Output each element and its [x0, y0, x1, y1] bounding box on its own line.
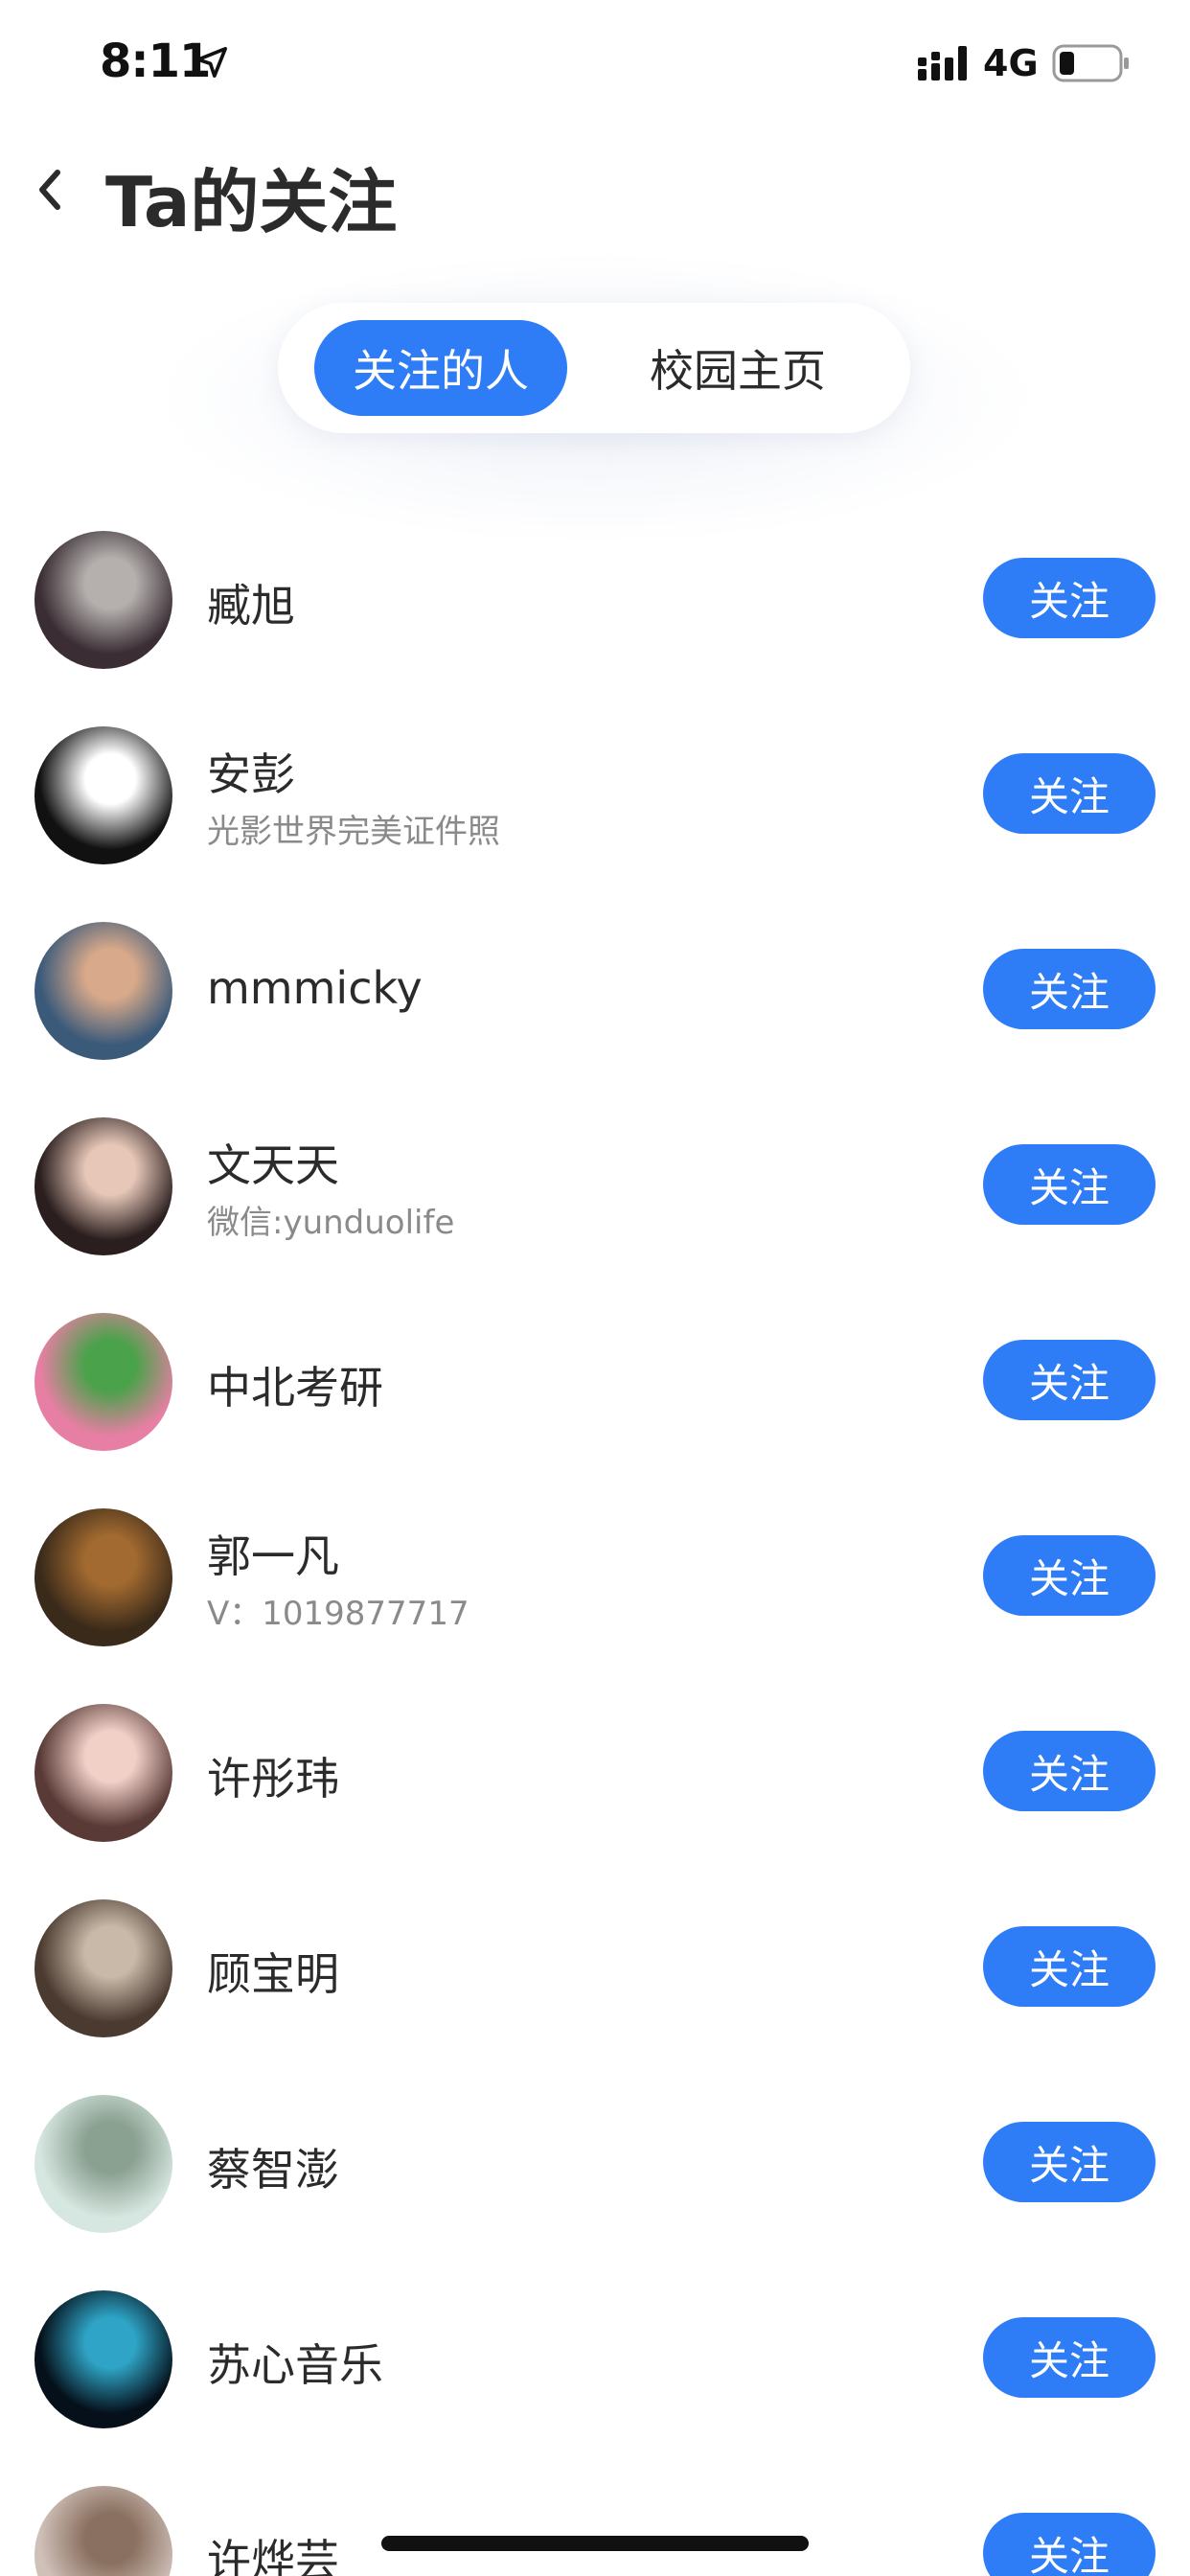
list-item[interactable]: 苏心音乐 关注	[0, 2258, 1190, 2453]
tab-campus-home[interactable]: 校园主页	[594, 320, 881, 416]
home-indicator	[381, 2536, 809, 2551]
follow-button[interactable]: 关注	[983, 753, 1156, 834]
follow-button[interactable]: 关注	[983, 1535, 1156, 1616]
avatar[interactable]	[34, 2095, 172, 2233]
user-name: 郭一凡	[207, 1530, 339, 1582]
follow-button[interactable]: 关注	[983, 1731, 1156, 1811]
follow-button[interactable]: 关注	[983, 1926, 1156, 2007]
avatar[interactable]	[34, 922, 172, 1060]
user-name: 安彭	[207, 748, 295, 800]
avatar[interactable]	[34, 1704, 172, 1842]
user-name: mmmicky	[207, 962, 423, 1014]
tab-following[interactable]: 关注的人	[314, 320, 567, 416]
list-item[interactable]: 郭一凡 V：1019877717 关注	[0, 1476, 1190, 1671]
back-chevron-icon[interactable]	[29, 161, 67, 218]
list-item[interactable]: 臧旭 关注	[0, 498, 1190, 694]
follow-button[interactable]: 关注	[983, 558, 1156, 638]
user-name: 顾宝明	[207, 1948, 339, 2000]
avatar[interactable]	[34, 1117, 172, 1255]
avatar[interactable]	[34, 531, 172, 669]
list-item[interactable]: 文天天微信:yunduolife 关注	[0, 1085, 1190, 1280]
avatar[interactable]	[34, 2290, 172, 2428]
user-bio: 微信:yunduolife	[207, 1204, 455, 1242]
avatar[interactable]	[34, 1508, 172, 1646]
status-bar: 8:11 4G	[0, 0, 1190, 126]
signal-icon	[918, 46, 967, 80]
battery-icon	[1052, 44, 1129, 82]
segmented-tab-bar: 关注的人 校园主页	[278, 303, 910, 433]
user-name: 中北考研	[207, 1362, 383, 1414]
user-bio: 光影世界完美证件照	[207, 813, 500, 851]
follow-button[interactable]: 关注	[983, 2122, 1156, 2202]
user-name: 许烨芸	[207, 2535, 339, 2576]
list-item[interactable]: 许烨芸 关注	[0, 2453, 1190, 2576]
list-item[interactable]: 安彭光影世界完美证件照 关注	[0, 694, 1190, 889]
list-item[interactable]: 许彤玮 关注	[0, 1671, 1190, 1867]
avatar[interactable]	[34, 2486, 172, 2576]
user-name: 苏心音乐	[207, 2339, 383, 2391]
user-name: 臧旭	[207, 580, 295, 632]
user-bio: V：1019877717	[207, 1595, 469, 1633]
avatar[interactable]	[34, 1899, 172, 2037]
location-arrow-icon	[195, 46, 228, 79]
follow-button[interactable]: 关注	[983, 2513, 1156, 2576]
status-time: 8:11	[100, 34, 211, 88]
user-name: 文天天	[207, 1139, 339, 1191]
page-title: Ta的关注	[105, 162, 398, 242]
follow-button[interactable]: 关注	[983, 1340, 1156, 1420]
follow-button[interactable]: 关注	[983, 949, 1156, 1029]
follow-button[interactable]: 关注	[983, 2317, 1156, 2398]
avatar[interactable]	[34, 1313, 172, 1451]
network-label: 4G	[983, 42, 1039, 84]
avatar[interactable]	[34, 726, 172, 864]
user-name: 许彤玮	[207, 1753, 339, 1805]
following-list: 臧旭 关注 安彭 光影世界完美证件照 关注 mmmicky 关注 文天天 微信:yunduoli…	[0, 498, 1190, 2576]
list-item[interactable]: 蔡智澎 关注	[0, 2062, 1190, 2258]
list-item[interactable]: 中北考研 关注	[0, 1280, 1190, 1476]
user-name: 蔡智澎	[207, 2144, 339, 2196]
follow-button[interactable]: 关注	[983, 1144, 1156, 1225]
list-item[interactable]: 顾宝明 关注	[0, 1867, 1190, 2062]
list-item[interactable]: mmmicky 关注	[0, 889, 1190, 1085]
